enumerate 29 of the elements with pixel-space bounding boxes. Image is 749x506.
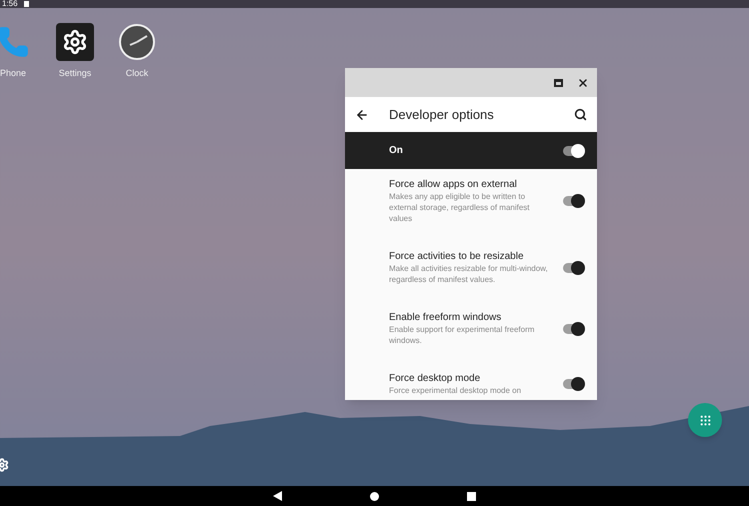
- maximize-icon[interactable]: [554, 78, 563, 86]
- status-time: 1:56: [2, 0, 18, 8]
- master-switch-label: On: [389, 144, 404, 158]
- screen-title: Developer options: [389, 106, 495, 124]
- setting-title[interactable]: Enable freeform windows: [389, 311, 553, 324]
- home-icon[interactable]: [370, 492, 379, 500]
- toggle-switch[interactable]: [563, 144, 585, 158]
- notification-icon: [24, 1, 29, 7]
- settings-icon: [56, 23, 94, 61]
- setting-summary: Enable support for experimental freeform windows.: [389, 324, 536, 346]
- setting-summary: Force experimental desktop mode on: [389, 385, 522, 396]
- setting-title[interactable]: Force allow apps on external: [389, 178, 553, 191]
- setting-summary: Makes any app eligible to be written to external storage, regardless of manifest values: [389, 191, 531, 224]
- master-switch-bar[interactable]: On: [345, 132, 597, 169]
- toggle-switch[interactable]: [563, 194, 585, 208]
- search-icon[interactable]: [574, 108, 587, 121]
- setting-summary: Make all activities resizable for multi-window, regardless of manifest values.: [389, 263, 549, 285]
- toggle-switch[interactable]: [563, 322, 585, 336]
- grid-icon: [698, 414, 712, 426]
- app-drawer-button[interactable]: [688, 403, 722, 437]
- close-icon[interactable]: [577, 76, 589, 88]
- setting-title[interactable]: Force desktop mode: [389, 372, 553, 385]
- recents-icon[interactable]: [467, 492, 476, 500]
- back-icon[interactable]: [273, 491, 282, 501]
- phone-icon: [0, 25, 30, 59]
- clock-icon: [118, 23, 156, 61]
- toggle-switch[interactable]: [563, 377, 585, 391]
- toggle-switch[interactable]: [563, 260, 585, 274]
- setting-title[interactable]: Force activities to be resizable: [389, 250, 553, 263]
